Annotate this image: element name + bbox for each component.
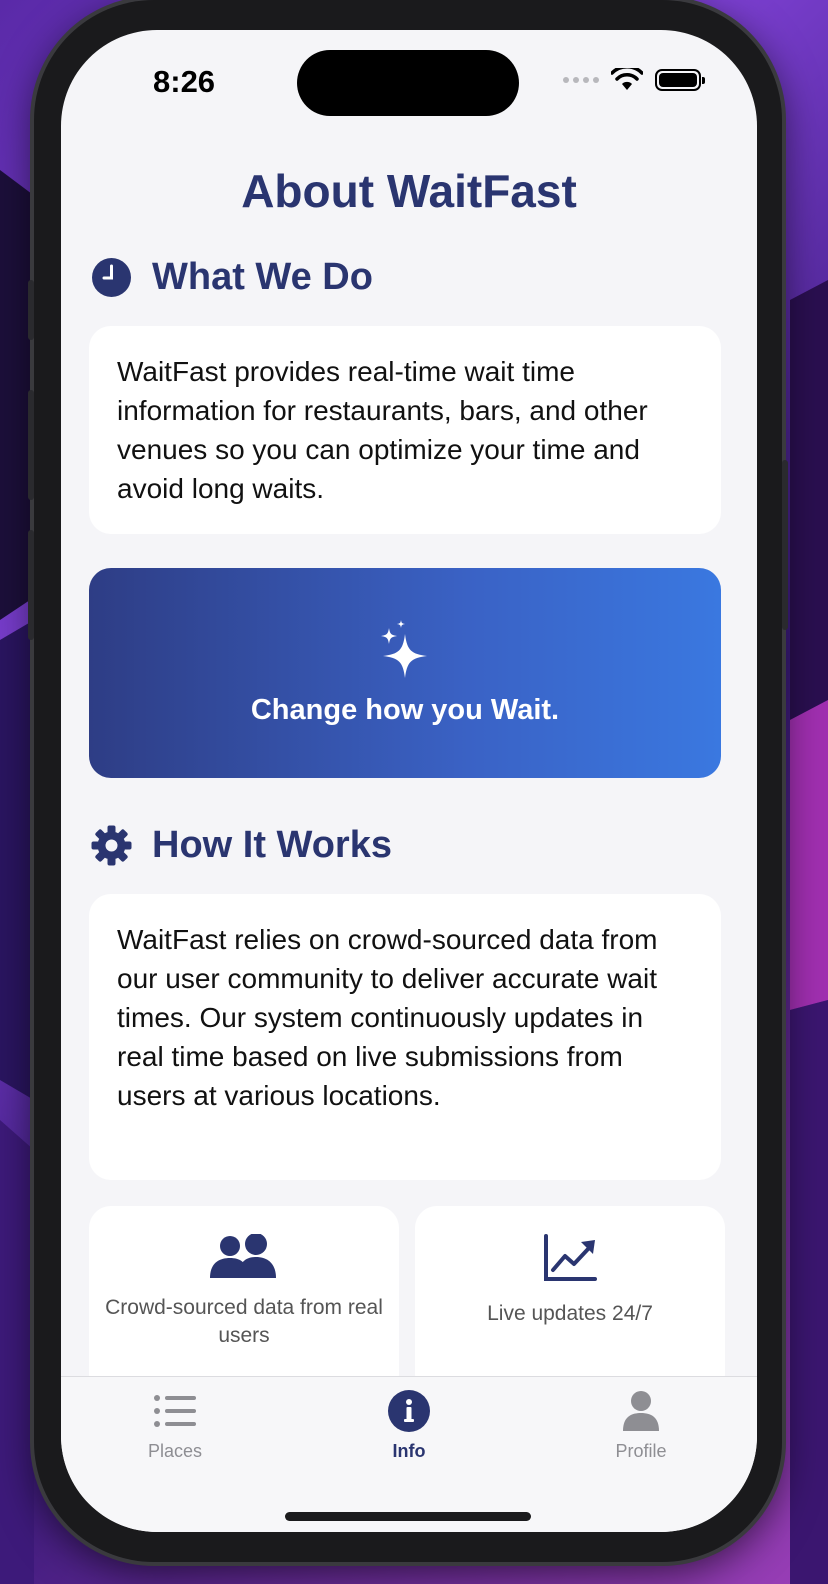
section-heading: How It Works (152, 824, 392, 866)
tab-label: Profile (615, 1441, 667, 1461)
tab-profile[interactable]: Profile (561, 1389, 721, 1462)
tagline-banner: Change how you Wait. (89, 568, 721, 778)
tab-places[interactable]: Places (95, 1389, 255, 1462)
home-indicator[interactable] (285, 1512, 531, 1521)
page-title: About WaitFast (241, 165, 577, 217)
status-time: 8:26 (153, 64, 216, 99)
tab-info[interactable]: Info (329, 1389, 489, 1462)
feature-card-live-updates: Live updates 24/7 (415, 1206, 725, 1396)
tab-label: Info (392, 1441, 426, 1461)
person-icon (619, 1389, 663, 1433)
signal-dots-icon (563, 77, 599, 83)
banner-text: Change how you Wait. (250, 693, 560, 726)
tab-label: Places (147, 1441, 203, 1461)
sparkles-icon (381, 619, 427, 678)
people-icon (210, 1234, 276, 1278)
chart-up-icon (544, 1234, 597, 1281)
dynamic-island (297, 50, 519, 116)
tab-bar: Places Info Profile (61, 1376, 757, 1532)
app-screen: 8:26 About WaitFast What We Do WaitFast … (61, 30, 757, 1532)
clock-icon (91, 257, 132, 298)
status-icons (563, 68, 705, 92)
wifi-icon (611, 68, 643, 90)
battery-icon (655, 69, 705, 91)
list-icon (153, 1389, 197, 1433)
section-heading: What We Do (152, 256, 373, 298)
how-it-works-text: WaitFast relies on crowd-sourced data fr… (117, 924, 658, 1111)
feature-text: Live updates 24/7 (487, 1302, 653, 1325)
how-it-works-card: WaitFast relies on crowd-sourced data fr… (89, 894, 721, 1180)
gear-icon (91, 825, 132, 866)
what-we-do-card: WaitFast provides real-time wait time in… (89, 326, 721, 534)
what-we-do-text: WaitFast provides real-time wait time in… (117, 356, 648, 504)
info-icon (387, 1389, 431, 1433)
feature-text: Crowd-sourced data from real users (105, 1296, 383, 1347)
section-how-it-works: How It Works (91, 824, 392, 867)
feature-card-crowdsourced: Crowd-sourced data from real users (89, 1206, 399, 1396)
section-what-we-do: What We Do (91, 256, 373, 299)
